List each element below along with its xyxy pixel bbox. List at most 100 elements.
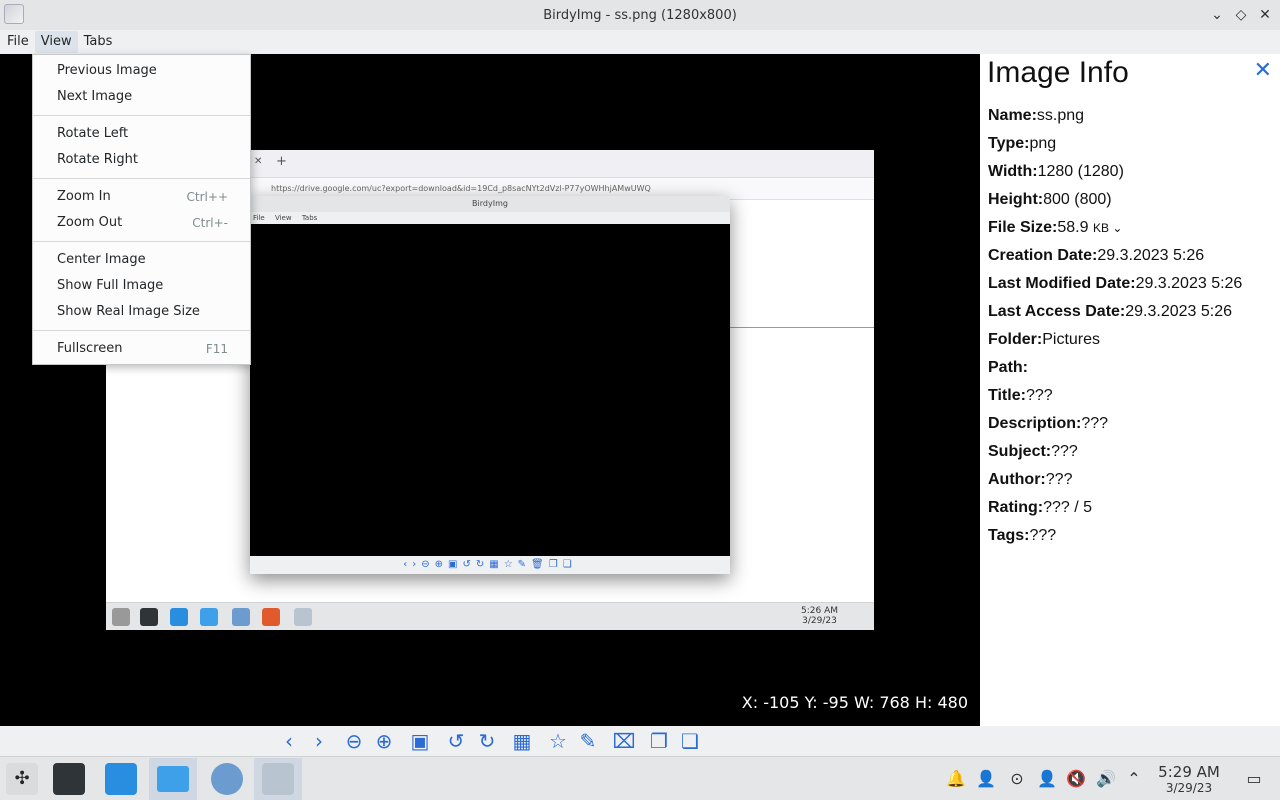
center-image-label: Center Image (57, 252, 146, 267)
clock-time: 5:29 AM (1158, 763, 1220, 781)
info-rating: Rating:??? / 5 (988, 499, 1093, 516)
nested-title: BirdyImg (250, 196, 730, 212)
menu-view[interactable]: View (34, 31, 78, 53)
inner-globe-icon (232, 608, 250, 626)
clock-date: 3/29/23 (1165, 781, 1213, 795)
user-icon[interactable]: 👤 (976, 769, 996, 788)
next-image-label: Next Image (57, 89, 133, 104)
system-clock[interactable]: 5:29 AM 3/29/23 (1150, 764, 1228, 796)
maximize-button[interactable]: ◇ (1231, 5, 1251, 25)
show-desktop-icon[interactable]: ▭ (1244, 769, 1264, 788)
menu-tabs[interactable]: Tabs (78, 31, 119, 53)
info-type: Type:png (988, 135, 1057, 152)
globe-icon[interactable] (211, 763, 243, 795)
menu-item-rotate-left[interactable]: Rotate Left (33, 121, 250, 147)
network-icon[interactable]: 👤 (1037, 769, 1057, 788)
fullscreen-shortcut: F11 (205, 342, 228, 356)
info-rows: Name:ss.png Type:png Width:1280 (1280) H… (988, 102, 1242, 550)
view-menu-dropdown: Previous Image Next Image Rotate Left Ro… (32, 54, 251, 365)
menu-item-rotate-right[interactable]: Rotate Right (33, 147, 250, 173)
store-icon[interactable] (105, 763, 137, 795)
rotate-right-icon[interactable]: ↻ (474, 729, 500, 753)
menu-item-previous-image[interactable]: Previous Image (33, 58, 250, 84)
info-tags: Tags:??? (988, 527, 1057, 544)
inner-taskbar: 5:26 AM 3/29/23 (106, 602, 874, 630)
inner-birdyimg-icon (294, 608, 312, 626)
menu-item-center-image[interactable]: Center Image (33, 247, 250, 273)
info-name: Name:ss.png (988, 107, 1085, 124)
rotate-left-label: Rotate Left (57, 126, 129, 141)
info-filesize: File Size:58.9 KB ⌄ (988, 219, 1123, 236)
zoom-in-label: Zoom In (57, 189, 111, 204)
previous-image-label: Previous Image (57, 63, 157, 78)
info-title: Title:??? (988, 387, 1053, 404)
menu-item-show-real-size[interactable]: Show Real Image Size (33, 299, 250, 325)
inner-clock: 5:26 AM 3/29/23 (801, 606, 838, 626)
nested-menu-tabs: Tabs (301, 214, 318, 222)
filesize-unit-dropdown[interactable]: KB ⌄ (1093, 221, 1122, 235)
edit-icon[interactable]: ✎ (575, 729, 601, 753)
close-info-icon[interactable]: ✕ (1254, 58, 1272, 83)
info-heading: Image Info (987, 56, 1129, 89)
nested-toolbar: ‹›⊖⊕▣↺↻▦☆✎🗑❐❏ (250, 556, 730, 574)
info-height: Height:800 (800) (988, 191, 1112, 208)
inner-new-tab-icon: + (276, 154, 287, 169)
birdyimg-taskbar-icon[interactable] (254, 758, 302, 800)
inner-store-icon (170, 608, 188, 626)
copy-icon[interactable]: ❐ (646, 729, 672, 753)
menu-separator (33, 178, 250, 179)
menu-item-zoom-out[interactable]: Zoom Out Ctrl+- (33, 210, 250, 236)
menu-item-zoom-in[interactable]: Zoom In Ctrl++ (33, 184, 250, 210)
system-taskbar: ✣ 🔔 👤 ⊙ 👤 🔇 🔊 ⌃ 5:29 AM 3/29/23 ▭ (0, 756, 1280, 800)
zoom-out-icon[interactable]: ⊖ (341, 729, 367, 753)
zoom-out-shortcut: Ctrl+- (192, 216, 228, 230)
inner-clock-date: 3/29/23 (802, 616, 837, 626)
menu-file[interactable]: File (1, 31, 35, 53)
volume-icon[interactable]: 🔊 (1096, 769, 1116, 788)
info-modified: Last Modified Date:29.3.2023 5:26 (988, 275, 1243, 292)
inner-firefox-icon (262, 608, 280, 626)
inner-folder-icon (200, 608, 218, 626)
grid-icon[interactable]: ▦ (509, 729, 535, 753)
info-author: Author:??? (988, 471, 1073, 488)
info-accessed: Last Access Date:29.3.2023 5:26 (988, 303, 1233, 320)
chevron-down-icon: ⌄ (1112, 221, 1123, 235)
zoom-in-icon[interactable]: ⊕ (371, 729, 397, 753)
window-title: BirdyImg - ss.png (1280x800) (543, 7, 737, 23)
tray-expand-icon[interactable]: ⌃ (1124, 769, 1144, 788)
delete-icon[interactable]: ⌧ (611, 729, 637, 753)
rotate-left-icon[interactable]: ↺ (443, 729, 469, 753)
nested-menu-view: View (274, 214, 292, 222)
menu-item-show-full-image[interactable]: Show Full Image (33, 273, 250, 299)
gallery-icon[interactable]: ❏ (677, 729, 703, 753)
nested-menu-file: File (253, 214, 265, 222)
info-created: Creation Date:29.3.2023 5:26 (988, 247, 1205, 264)
fit-icon[interactable]: ▣ (407, 729, 433, 753)
update-icon[interactable]: ⊙ (1007, 769, 1027, 788)
notification-icon[interactable]: 🔔 (946, 769, 966, 788)
launcher-icon[interactable]: ✣ (6, 763, 38, 795)
nested-viewer-window: BirdyImg File View Tabs ‹›⊖⊕▣↺↻▦☆✎🗑❐❏ (250, 196, 730, 574)
rotate-right-label: Rotate Right (57, 152, 138, 167)
coords-readout: X: -105 Y: -95 W: 768 H: 480 (741, 693, 968, 712)
nested-menubar: File View Tabs (250, 212, 730, 224)
inner-divider (726, 327, 874, 328)
inner-tab-close-icon: ✕ (254, 156, 263, 167)
close-window-button[interactable]: ✕ (1255, 5, 1275, 25)
chevron-right-icon[interactable]: › (306, 729, 332, 753)
menu-item-next-image[interactable]: Next Image (33, 84, 250, 110)
file-manager-icon[interactable] (149, 758, 197, 800)
inner-settings-icon (140, 608, 158, 626)
menu-item-fullscreen[interactable]: Fullscreen F11 (33, 336, 250, 362)
settings-icon[interactable] (53, 763, 85, 795)
mute-icon[interactable]: 🔇 (1066, 769, 1086, 788)
info-path: Path: (988, 359, 1028, 376)
inner-launcher-icon (112, 608, 130, 626)
minimize-button[interactable]: ⌄ (1207, 5, 1227, 25)
info-subject: Subject:??? (988, 443, 1078, 460)
chevron-left-icon[interactable]: ‹ (276, 729, 302, 753)
star-icon[interactable]: ☆ (545, 729, 571, 753)
menubar: File View Tabs (0, 30, 1280, 54)
menu-separator (33, 115, 250, 116)
menu-separator (33, 241, 250, 242)
